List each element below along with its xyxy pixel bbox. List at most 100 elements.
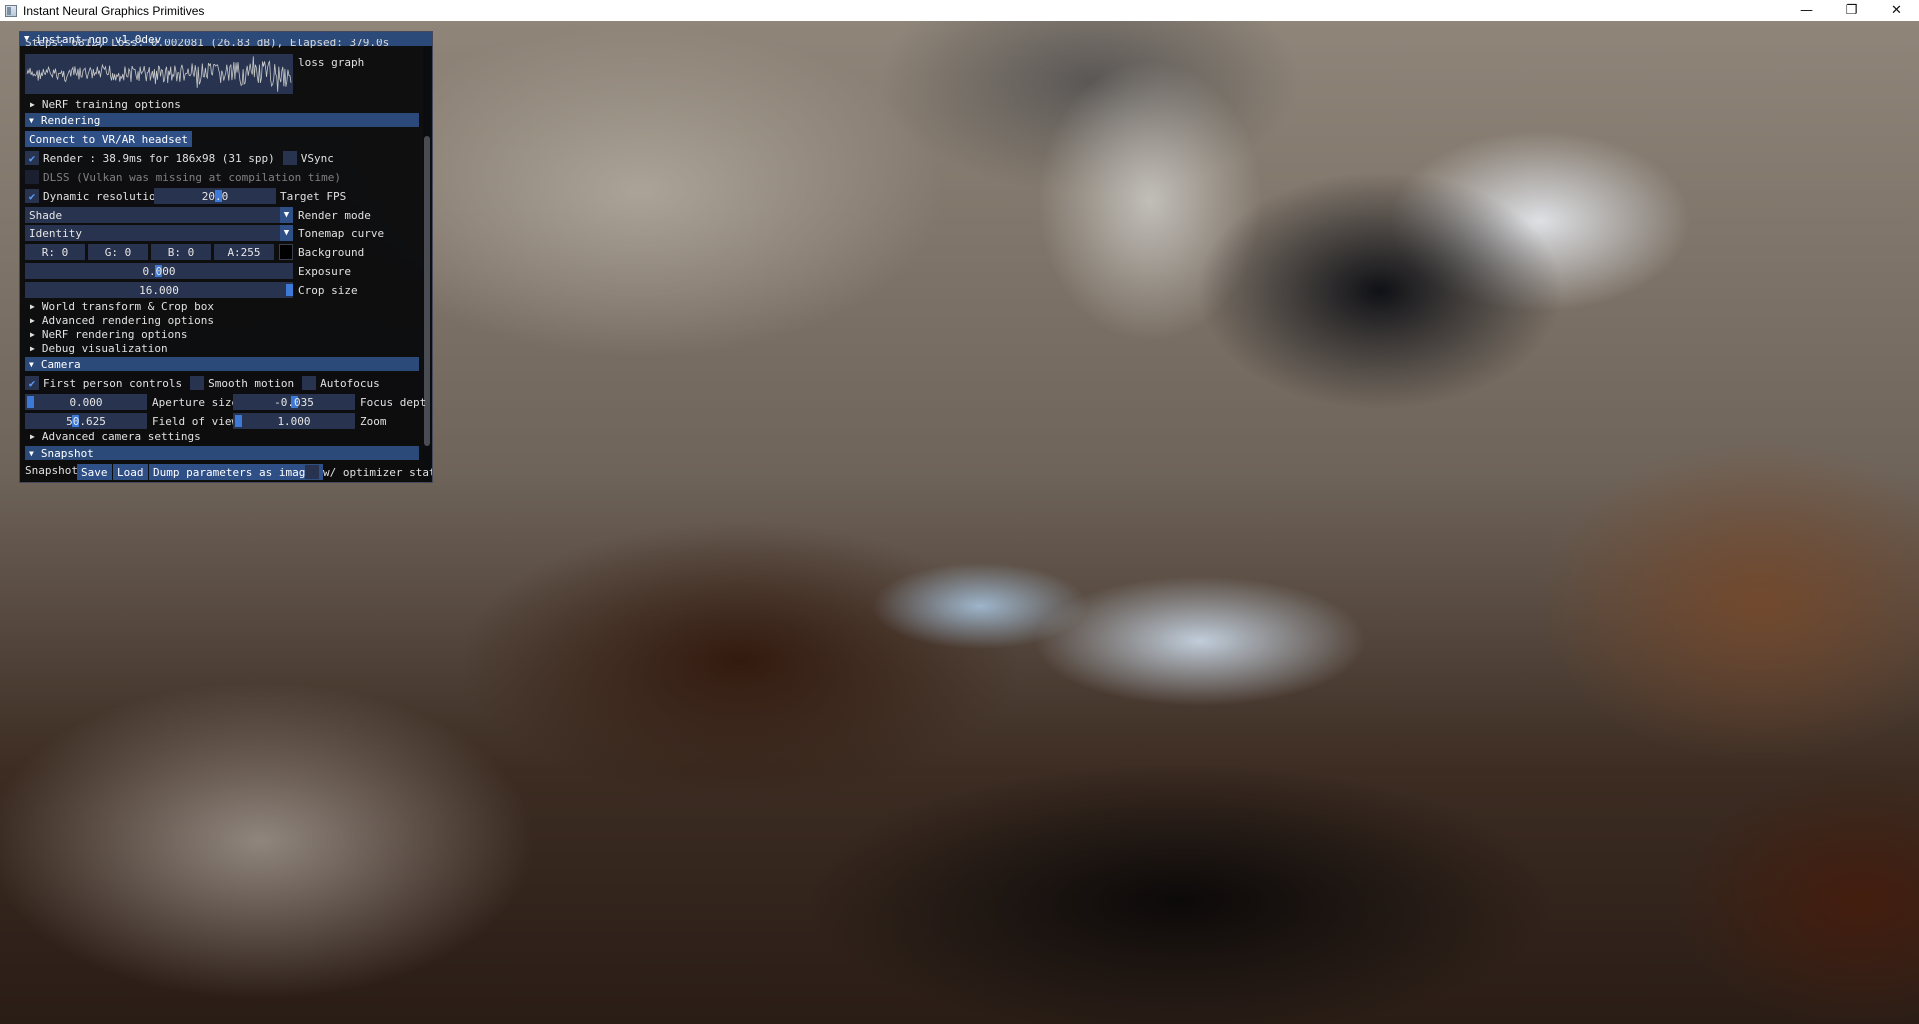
autofocus-label: Autofocus (320, 376, 380, 390)
chevron-right-icon: ▶ (30, 302, 35, 311)
render-mode-label: Render mode (298, 209, 371, 222)
training-status-text: Steps: 6812, Loss: 0.002081 (26.83 dB), … (25, 39, 390, 49)
slider-grab[interactable] (27, 396, 34, 408)
target-fps-value: 20.0 (201, 189, 229, 203)
minimize-button[interactable]: — (1784, 0, 1829, 21)
background-label: Background (298, 246, 365, 259)
exposure-value: 0.000 (142, 264, 176, 278)
loss-graph-line (26, 56, 292, 92)
panel-scrollbar[interactable] (423, 46, 431, 481)
dlss-row: DLSS (Vulkan was missing at compilation … (25, 169, 341, 185)
header-camera[interactable]: ▼ Camera (25, 357, 419, 371)
camera-toggles-row: ✔ First person controls Smooth motion Au… (25, 375, 380, 391)
crop-size-label: Crop size (298, 284, 358, 297)
aperture-value: 0.000 (69, 395, 103, 409)
snapshot-load-button[interactable]: Load (113, 464, 148, 480)
app-icon (5, 4, 17, 17)
optimizer-state-checkbox[interactable] (305, 465, 319, 479)
tree-advanced-rendering[interactable]: ▶ Advanced rendering options (30, 314, 214, 327)
vsync-checkbox[interactable] (282, 151, 297, 165)
background-b-field[interactable]: B: 0 (151, 244, 211, 260)
loss-graph-label: loss graph (298, 56, 365, 69)
zoom-label: Zoom (360, 415, 387, 428)
tonemap-combo[interactable]: Identity ▼ (25, 225, 293, 241)
dump-parameters-button[interactable]: Dump parameters as images (149, 464, 323, 480)
tree-nerf-rendering[interactable]: ▶ NeRF rendering options (30, 328, 188, 341)
snapshot-label: Snapshot (25, 464, 78, 477)
zoom-slider[interactable]: 1.000 (233, 413, 355, 429)
dlss-checkbox (25, 170, 39, 184)
render-row: ✔ Render : 38.9ms for 186x98 (31 spp) VS… (25, 150, 334, 166)
first-person-checkbox[interactable]: ✔ (25, 376, 39, 390)
close-button[interactable]: ✕ (1874, 0, 1919, 21)
chevron-right-icon: ▶ (30, 100, 35, 109)
tree-label: World transform & Crop box (41, 300, 215, 313)
chevron-down-icon: ▼ (29, 448, 34, 458)
focus-depth-value: -0.035 (274, 395, 314, 409)
header-label: Snapshot (40, 446, 94, 460)
fov-value: 50.625 (66, 414, 106, 428)
window-titlebar: Instant Neural Graphics Primitives — ❐ ✕ (0, 0, 1919, 21)
tree-debug-visualization[interactable]: ▶ Debug visualization (30, 342, 168, 355)
chevron-down-icon: ▼ (29, 115, 34, 125)
header-rendering[interactable]: ▼ Rendering (25, 113, 419, 127)
tree-label: Advanced camera settings (41, 430, 201, 443)
loss-graph (25, 54, 293, 94)
target-fps-label: Target FPS (280, 190, 347, 203)
optimizer-state-row: w/ optimizer stat (305, 464, 433, 480)
target-fps-slider[interactable]: 20.0 (154, 188, 276, 204)
background-g-field[interactable]: G: 0 (88, 244, 148, 260)
focus-depth-slider[interactable]: -0.035 (233, 394, 355, 410)
maximize-button[interactable]: ❐ (1829, 0, 1874, 21)
first-person-label: First person controls (43, 376, 183, 390)
slider-grab[interactable] (235, 415, 242, 427)
exposure-slider[interactable]: 0.000 (25, 263, 293, 279)
vsync-label: VSync (300, 151, 334, 165)
render-checkbox[interactable]: ✔ (25, 151, 39, 165)
optimizer-state-label: w/ optimizer stat (323, 465, 433, 479)
zoom-value: 1.000 (277, 414, 311, 428)
render-mode-combo[interactable]: Shade ▼ (25, 207, 293, 223)
dynamic-resolution-label: Dynamic resolution (43, 189, 163, 203)
chevron-right-icon: ▶ (30, 432, 35, 441)
training-status: Steps: 6812, Loss: 0.002081 (26.83 dB), … (25, 39, 389, 49)
tree-label: Debug visualization (41, 342, 168, 355)
tree-advanced-camera-settings[interactable]: ▶ Advanced camera settings (30, 430, 201, 443)
loss-graph-plot (26, 56, 292, 92)
render-mode-value: Shade (29, 208, 63, 222)
smooth-motion-label: Smooth motion (208, 376, 295, 390)
focus-depth-label: Focus dept (360, 396, 427, 409)
tree-label: Advanced rendering options (41, 314, 215, 327)
snapshot-save-button[interactable]: Save (77, 464, 112, 480)
tree-nerf-training-options[interactable]: ▶ NeRF training options (30, 98, 181, 111)
dynamic-resolution-row: ✔ Dynamic resolution (25, 188, 162, 204)
header-label: Camera (40, 357, 81, 371)
background-r-field[interactable]: R: 0 (25, 244, 85, 260)
header-label: Rendering (40, 113, 101, 127)
crop-size-value: 16.000 (139, 283, 179, 297)
slider-grab[interactable] (286, 284, 293, 296)
exposure-label: Exposure (298, 265, 351, 278)
smooth-motion-checkbox[interactable] (190, 376, 205, 390)
chevron-down-icon[interactable]: ▼ (280, 225, 293, 241)
chevron-right-icon: ▶ (30, 344, 35, 353)
header-snapshot[interactable]: ▼ Snapshot (25, 446, 419, 460)
chevron-right-icon: ▶ (30, 316, 35, 325)
chevron-down-icon: ▼ (29, 359, 34, 369)
chevron-down-icon[interactable]: ▼ (280, 207, 293, 223)
aperture-label: Aperture size (152, 396, 239, 409)
crop-size-slider[interactable]: 16.000 (25, 282, 293, 298)
connect-vr-button[interactable]: Connect to VR/AR headset (25, 131, 192, 147)
tree-label: NeRF training options (41, 98, 181, 111)
chevron-right-icon: ▶ (30, 330, 35, 339)
autofocus-checkbox[interactable] (302, 376, 317, 390)
tree-world-transform[interactable]: ▶ World transform & Crop box (30, 300, 214, 313)
dynamic-resolution-checkbox[interactable]: ✔ (25, 189, 39, 203)
fov-slider[interactable]: 50.625 (25, 413, 147, 429)
window-title: Instant Neural Graphics Primitives (23, 3, 205, 18)
dlss-label: DLSS (Vulkan was missing at compilation … (43, 170, 342, 184)
aperture-slider[interactable]: 0.000 (25, 394, 147, 410)
instant-ngp-panel[interactable]: ▼ instant-ngp v1.0dev Steps: 6812, Loss:… (19, 31, 433, 483)
background-color-swatch[interactable] (279, 244, 293, 260)
background-a-field[interactable]: A:255 (214, 244, 274, 260)
